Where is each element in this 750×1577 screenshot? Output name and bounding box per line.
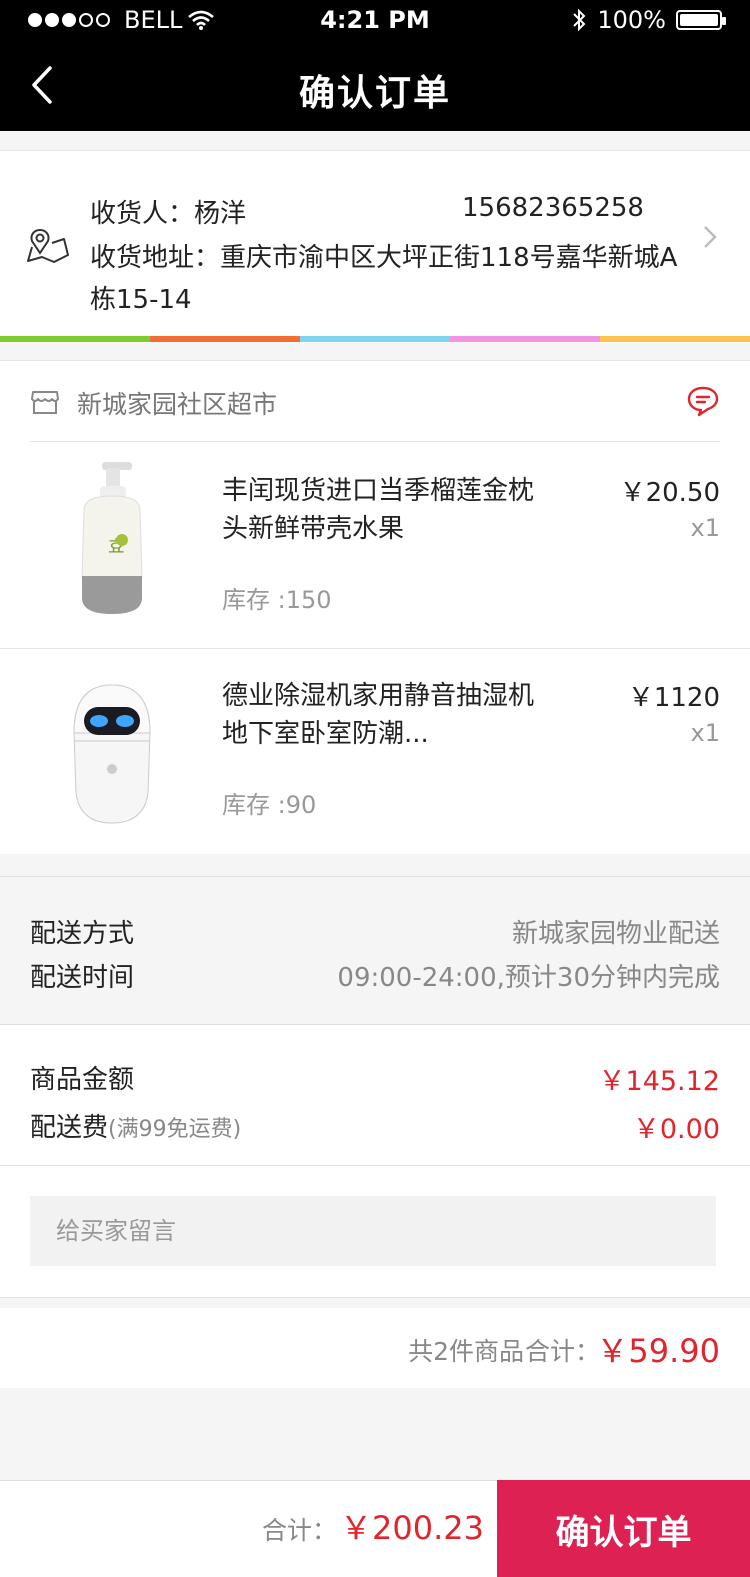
stripe-segment xyxy=(150,336,300,342)
address-card[interactable]: 收货人：杨洋 15682365258 收货地址：重庆市渝中区大坪正街118号嘉华… xyxy=(0,150,750,343)
delivery-section: 配送方式 新城家园物业配送 配送时间 09:00-24:00,预计30分钟内完成 xyxy=(0,876,750,1024)
status-right: 100% xyxy=(571,6,726,34)
nav-bar: 确认订单 xyxy=(0,40,750,131)
product-image-dehumidifier xyxy=(73,684,151,824)
delivery-fee-note: (满99免运费) xyxy=(108,1117,242,1142)
total-label: 合计： xyxy=(262,1516,338,1545)
battery-icon xyxy=(676,10,726,30)
product-stock: 库存 :150 xyxy=(222,586,332,614)
delivery-fee-value: ￥0.00 xyxy=(632,1114,720,1145)
location-icon xyxy=(27,228,69,263)
product-row[interactable]: 효 丰闰现货进口当季榴莲金枕头新鲜带壳水果 ￥20.50 x1 库存 :150 xyxy=(0,444,750,649)
product-name: 丰闰现货进口当季榴莲金枕头新鲜带壳水果 xyxy=(222,476,535,544)
recipient-name: 收货人：杨洋 xyxy=(90,199,247,229)
shop-icon xyxy=(31,391,59,414)
product-image-lotion-bottle: 효 xyxy=(81,462,143,614)
store-name: 新城家园社区超市 xyxy=(77,390,278,419)
address-divider-stripe xyxy=(0,336,750,342)
delivery-method-label: 配送方式 xyxy=(30,919,135,949)
delivery-fee-label-text: 配送费 xyxy=(30,1113,109,1143)
delivery-time-label: 配送时间 xyxy=(30,963,135,993)
recipient-phone: 15682365258 xyxy=(462,193,644,223)
store-section: 新城家园社区超市 효 丰闰现货进口当季榴莲金枕头新鲜带壳水果 ￥20.50 x1… xyxy=(0,360,750,854)
stripe-segment xyxy=(300,336,450,342)
goods-amount-value: ￥145.12 xyxy=(598,1066,720,1097)
amounts-section: 商品金额 ￥145.12 配送费(满99免运费) ￥0.00 xyxy=(0,1024,750,1166)
stripe-segment xyxy=(600,336,750,342)
delivery-fee-label: 配送费(满99免运费) xyxy=(30,1107,241,1144)
stripe-segment xyxy=(0,336,150,342)
status-bar: BELL 4:21 PM 100% xyxy=(0,0,750,40)
product-row[interactable]: 德业除湿机家用静音抽湿机地下室卧室防潮... ￥1120 x1 库存 :90 xyxy=(0,649,750,854)
product-price: ￥20.50 xyxy=(619,478,720,508)
confirm-order-button[interactable]: 确认订单 xyxy=(497,1480,750,1577)
subtotal-label: 合计： xyxy=(524,1337,600,1366)
goods-amount-label: 商品金额 xyxy=(30,1065,135,1095)
product-price: ￥1120 xyxy=(627,683,720,713)
item-count: 共2件商品 xyxy=(408,1337,524,1366)
battery-percent: 100% xyxy=(597,6,666,34)
store-header[interactable]: 新城家园社区超市 xyxy=(30,361,720,442)
chevron-right-icon xyxy=(704,226,717,248)
total-value: ￥200.23 xyxy=(340,1509,484,1547)
battery-fill xyxy=(680,14,718,26)
top-bar: BELL 4:21 PM 100% 确认订单 xyxy=(0,0,750,131)
order-summary: 共2件商品 合计： ￥59.90 xyxy=(0,1308,750,1388)
recipient-address: 收货地址：重庆市渝中区大坪正街118号嘉华新城A栋15-14 xyxy=(90,243,678,315)
product-quantity: x1 xyxy=(690,719,720,747)
stripe-segment xyxy=(450,336,600,342)
subtotal-value: ￥59.90 xyxy=(596,1332,720,1370)
buyer-message-input[interactable] xyxy=(30,1196,716,1266)
bluetooth-icon xyxy=(573,8,586,32)
delivery-method-value: 新城家园物业配送 xyxy=(511,919,720,949)
page-title: 确认订单 xyxy=(298,73,451,114)
delivery-time-value: 09:00-24:00,预计30分钟内完成 xyxy=(337,963,720,993)
product-name: 德业除湿机家用静音抽湿机地下室卧室防潮... xyxy=(222,681,535,749)
message-section xyxy=(0,1166,750,1298)
product-stock: 库存 :90 xyxy=(222,791,317,819)
chat-icon[interactable] xyxy=(686,385,720,417)
bottom-bar: 合计： ￥200.23 确认订单 xyxy=(0,1480,750,1577)
product-quantity: x1 xyxy=(690,514,720,542)
